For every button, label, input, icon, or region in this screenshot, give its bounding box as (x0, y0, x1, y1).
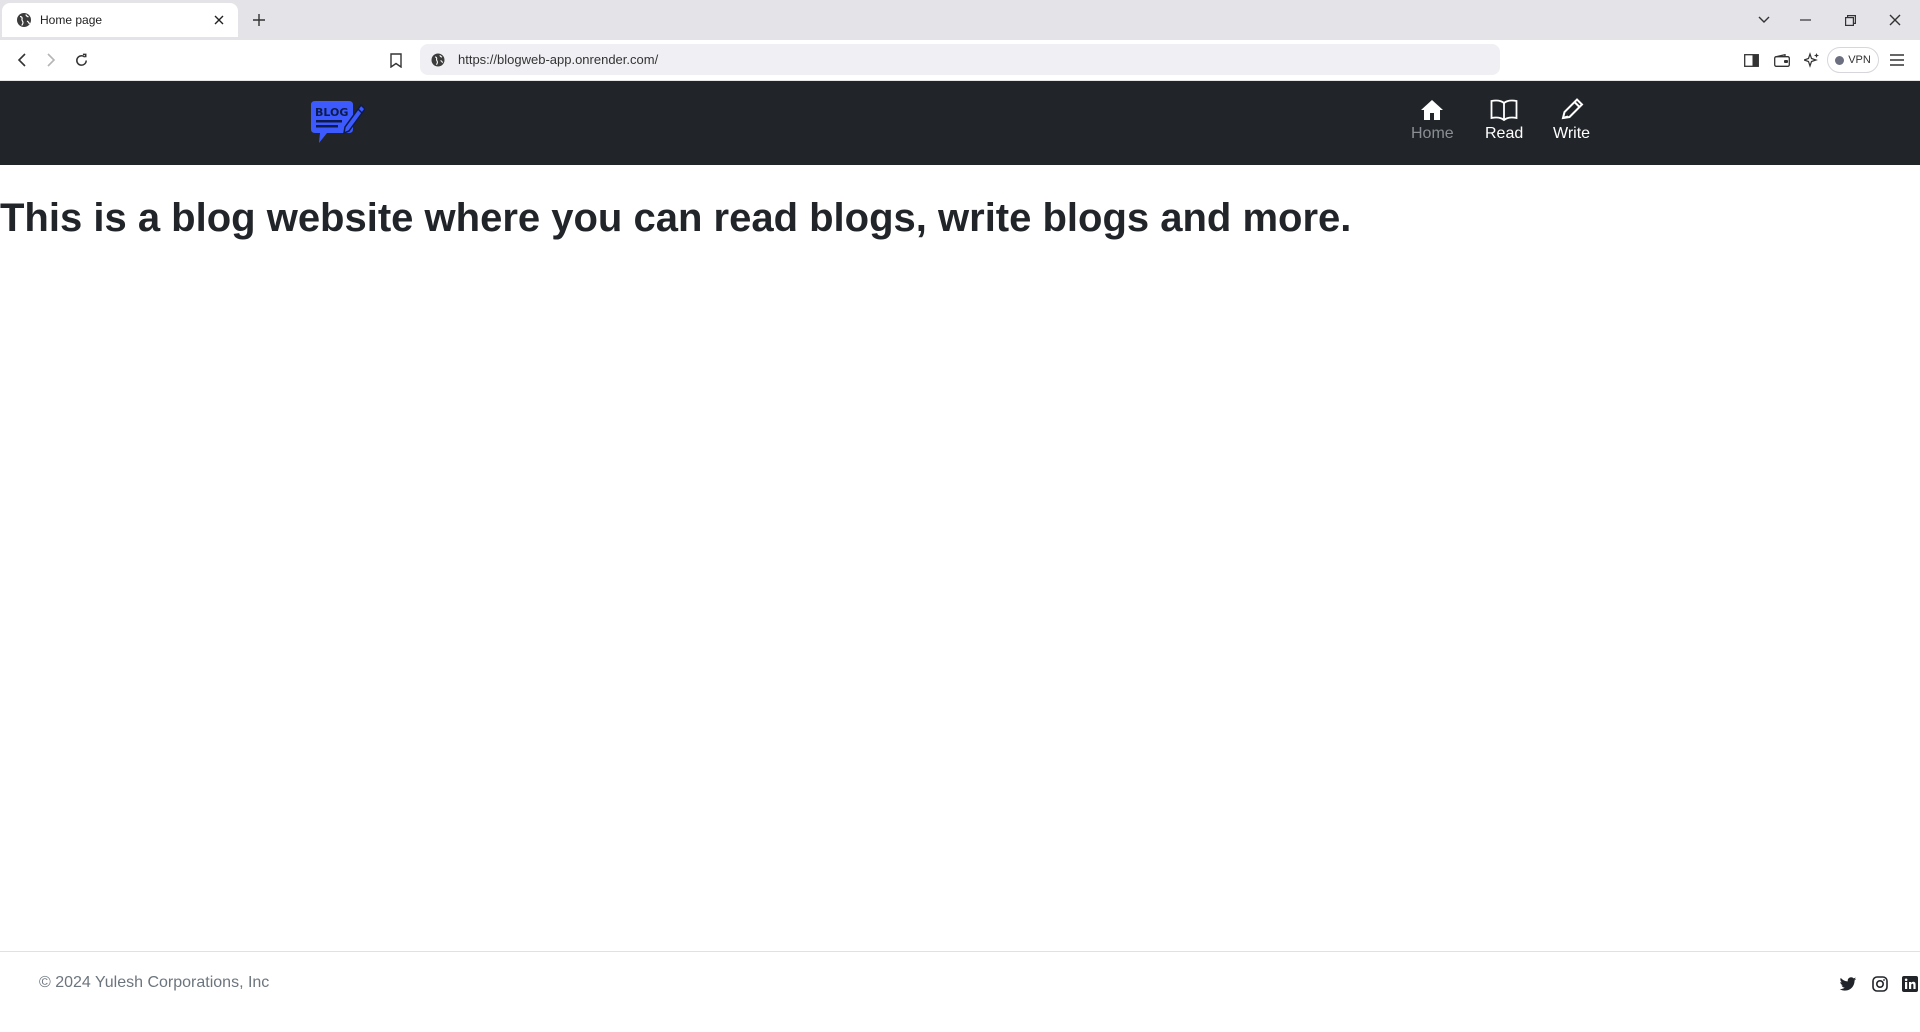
nav-read-label: Read (1485, 125, 1524, 142)
minimize-icon[interactable] (1792, 8, 1818, 32)
home-icon (1420, 97, 1444, 123)
browser-tabstrip: Home page (0, 0, 1920, 40)
close-window-icon[interactable] (1882, 8, 1908, 32)
page-headline: This is a blog website where you can rea… (0, 196, 1352, 240)
url-text: https://blogweb-app.onrender.com/ (458, 52, 659, 67)
book-icon (1490, 97, 1518, 123)
address-bar[interactable]: https://blogweb-app.onrender.com/ (420, 44, 1500, 75)
twitter-icon[interactable] (1838, 974, 1858, 994)
reload-icon[interactable] (70, 49, 92, 71)
tab-title: Home page (40, 13, 103, 27)
ai-sparkle-icon[interactable] (1801, 49, 1823, 71)
vpn-status-dot (1835, 55, 1845, 65)
tab-list-dropdown-icon[interactable] (1751, 8, 1777, 32)
site-footer: © 2024 Yulesh Corporations, Inc (0, 951, 1920, 1032)
linkedin-icon[interactable] (1900, 974, 1920, 994)
close-tab-icon[interactable] (210, 11, 228, 29)
site-info-icon[interactable] (430, 52, 446, 68)
nav-write[interactable]: Write (1553, 97, 1590, 143)
site-navbar: BLOG Home Read Write (0, 81, 1920, 165)
sidebar-toggle-icon[interactable] (1740, 49, 1762, 71)
globe-icon (16, 12, 32, 28)
bookmark-icon[interactable] (385, 49, 407, 71)
nav-home-label: Home (1411, 125, 1454, 142)
pencil-icon (1559, 97, 1585, 123)
new-tab-button[interactable] (248, 9, 270, 31)
browser-toolbar: https://blogweb-app.onrender.com/ VPN (0, 40, 1920, 81)
wallet-icon[interactable] (1771, 49, 1793, 71)
restore-icon[interactable] (1837, 8, 1863, 32)
back-icon[interactable] (11, 49, 33, 71)
copyright-text: © 2024 Yulesh Corporations, Inc (39, 974, 270, 991)
browser-tab[interactable]: Home page (2, 3, 238, 37)
vpn-label: VPN (1848, 54, 1871, 66)
nav-read[interactable]: Read (1485, 97, 1523, 143)
instagram-icon[interactable] (1870, 974, 1890, 994)
vpn-button[interactable]: VPN (1827, 47, 1879, 73)
menu-icon[interactable] (1886, 49, 1908, 71)
nav-write-label: Write (1553, 125, 1591, 142)
nav-home[interactable]: Home (1411, 97, 1454, 143)
logo-text: BLOG (315, 106, 348, 119)
blog-logo[interactable]: BLOG (309, 99, 366, 147)
forward-icon[interactable] (40, 49, 62, 71)
